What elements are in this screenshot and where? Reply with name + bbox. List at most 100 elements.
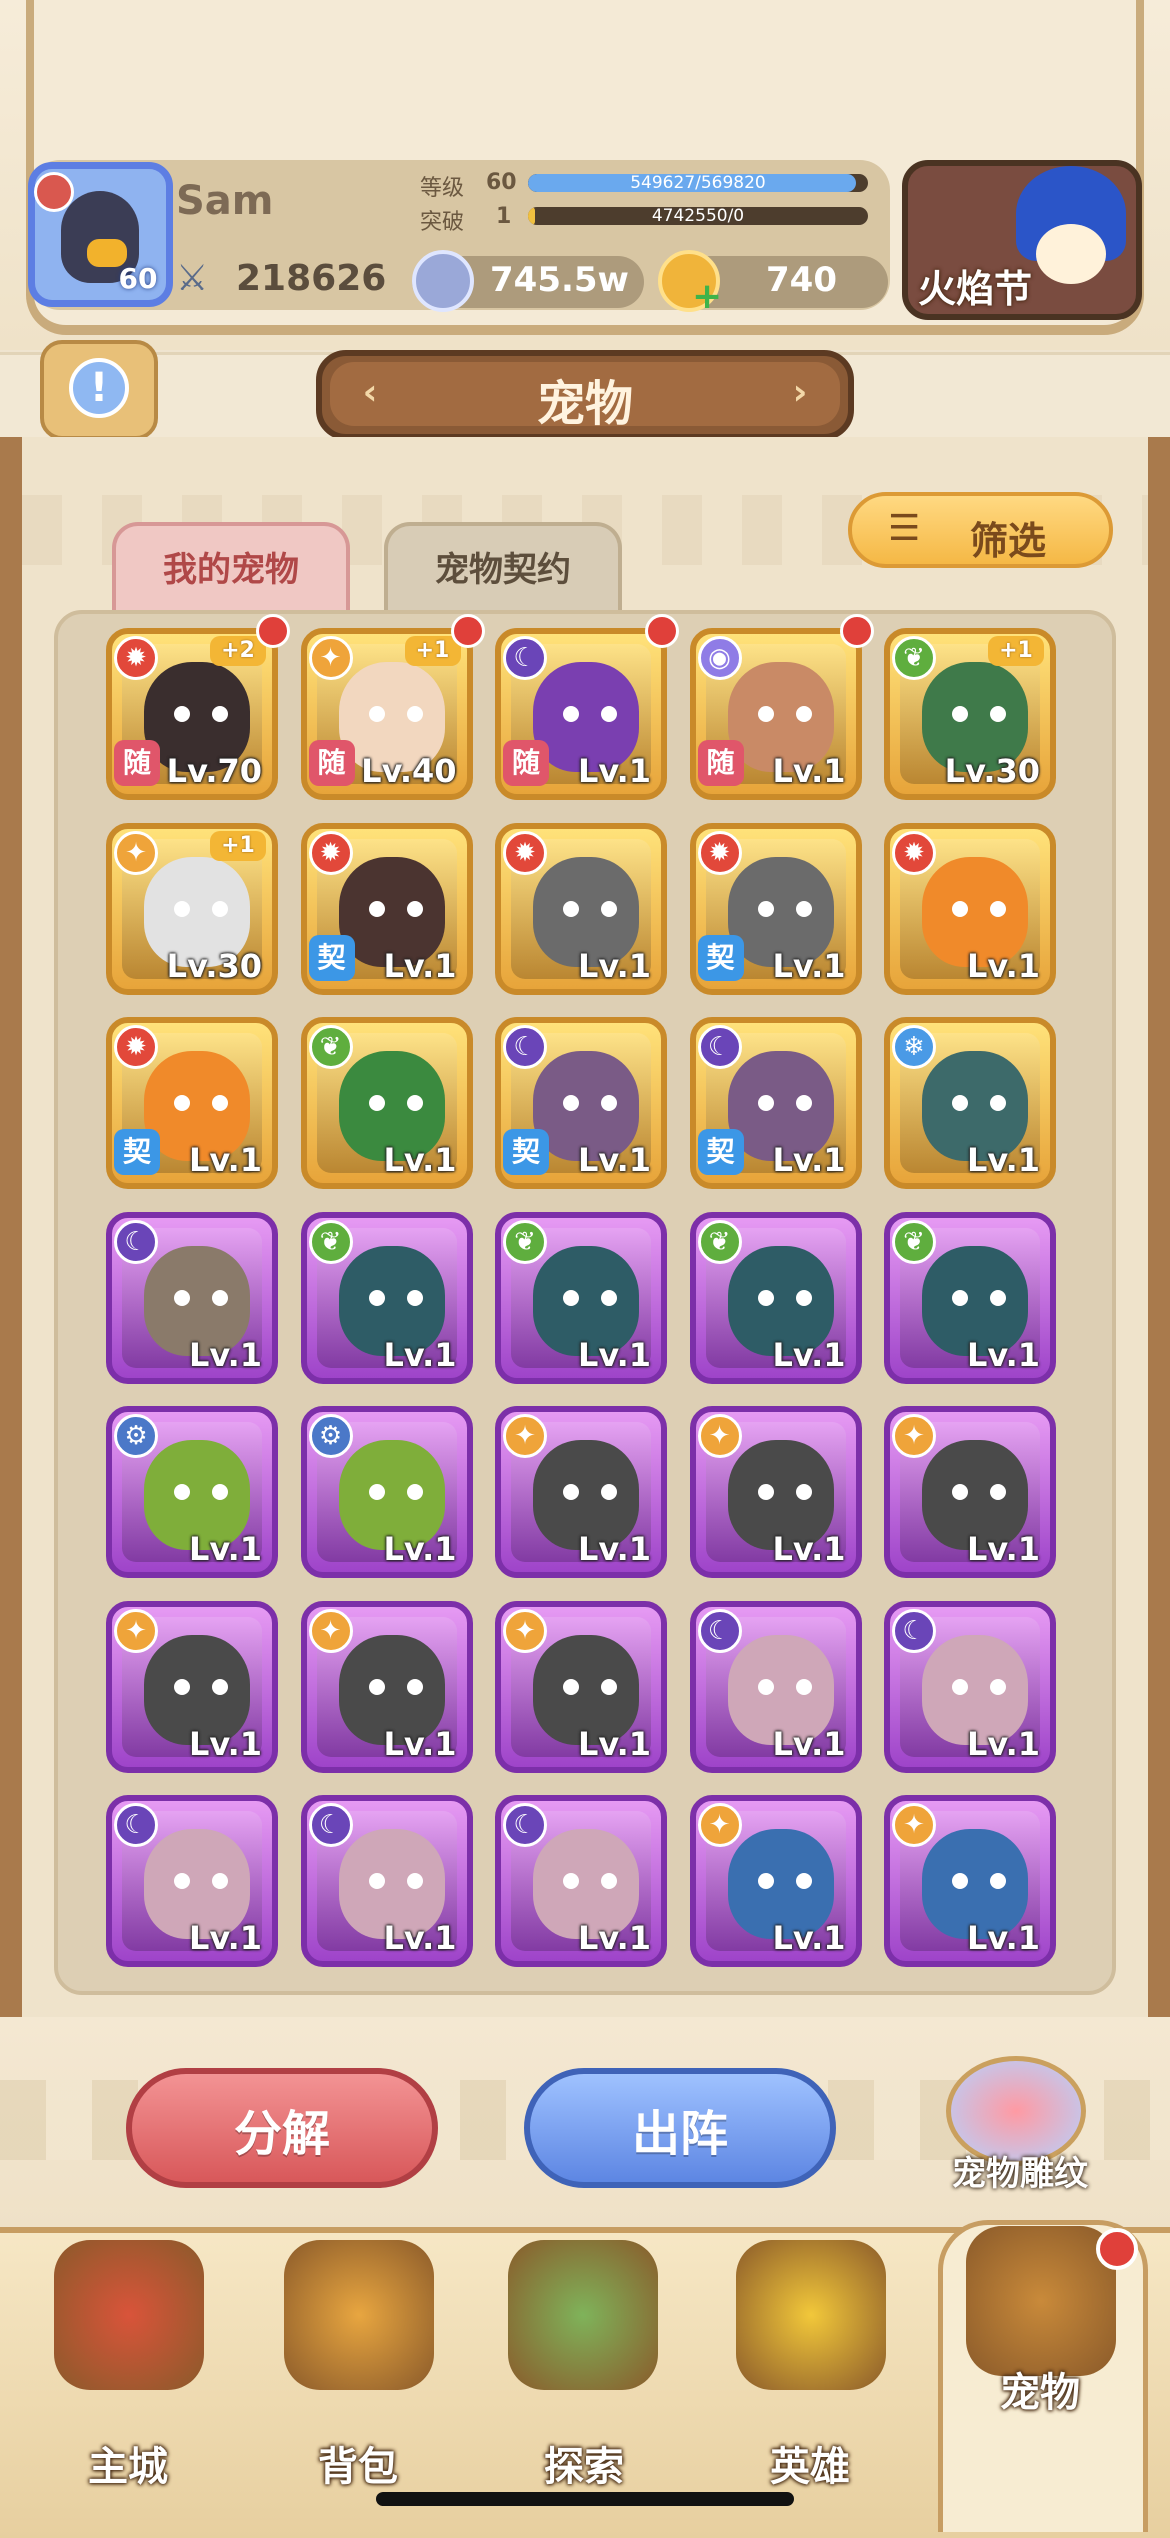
pet-card[interactable]: ❦ +1 Lv.30 (884, 628, 1056, 800)
pet-card[interactable]: ☾ 随 Lv.1 (495, 628, 667, 800)
pet-card[interactable]: ✦ Lv.1 (689, 1795, 862, 1967)
pet-eye (174, 1678, 190, 1695)
pet-card[interactable]: ❦ Lv.1 (689, 1211, 862, 1384)
pet-card[interactable]: ❦ Lv.1 (300, 1017, 473, 1189)
level-label: 等级 (420, 176, 465, 201)
pet-eye (368, 1484, 385, 1500)
pet-level: Lv.1 (577, 1141, 651, 1179)
pet-egg-icon[interactable] (966, 2226, 1116, 2376)
pet-card[interactable]: ☾ 契 Lv.1 (689, 1017, 862, 1189)
panel-border-right (1148, 437, 1170, 2017)
pet-eye (952, 1484, 968, 1500)
tab-pet-contract-label: 宠物契约 (435, 550, 571, 590)
light-element-icon: ✦ (308, 1608, 353, 1653)
fire-element-icon: ✹ (114, 636, 158, 680)
pet-card[interactable]: ✹ Lv.1 (495, 822, 667, 995)
pet-eye (795, 1873, 812, 1889)
ice-element-icon: ❄ (892, 1025, 936, 1069)
nature-element-icon: ❦ (503, 1219, 547, 1264)
pet-card[interactable]: ✹ +2 随 Lv.70 (106, 628, 278, 800)
pet-card[interactable]: ❦ Lv.1 (884, 1211, 1056, 1384)
light-element-icon: ✦ (892, 1414, 936, 1458)
pet-eye (990, 706, 1006, 722)
map-icon[interactable] (508, 2240, 658, 2390)
home-indicator[interactable] (376, 2492, 794, 2506)
pet-eye (757, 1873, 774, 1889)
pet-level: Lv.1 (383, 946, 457, 985)
add-gold-icon[interactable]: + (692, 279, 722, 315)
pet-eye (563, 1873, 579, 1889)
nav-item-explore[interactable]: 探索 (484, 2434, 684, 2492)
info-button[interactable]: ! (40, 340, 158, 440)
mech-element-icon: ⚙ (114, 1414, 158, 1458)
pet-level: Lv.30 (166, 946, 262, 985)
pet-card[interactable]: ✦ Lv.1 (106, 1600, 278, 1773)
pet-card[interactable]: ☾ Lv.1 (495, 1795, 667, 1967)
nav-item-backpack[interactable]: 背包 (258, 2434, 458, 2492)
pet-card[interactable]: ✹ 契 Lv.1 (689, 822, 862, 995)
pet-eye (174, 1289, 190, 1306)
breakthrough-label: 突破 (420, 210, 465, 235)
nature-element-icon: ❦ (892, 1219, 936, 1264)
pet-card[interactable]: ⚙ Lv.1 (106, 1406, 278, 1578)
pet-card[interactable]: ✦ Lv.1 (689, 1406, 862, 1578)
pet-card[interactable]: ☾ Lv.1 (689, 1600, 862, 1773)
pet-eye (757, 1484, 774, 1500)
pet-level: Lv.1 (772, 1919, 846, 1957)
pet-card[interactable]: ⚙ Lv.1 (300, 1406, 473, 1578)
pet-eye (795, 706, 812, 722)
pet-card[interactable]: ❦ Lv.1 (300, 1211, 473, 1384)
castle-icon[interactable] (54, 2240, 204, 2390)
follow-tag: 随 (503, 740, 549, 786)
pet-eye (795, 1095, 812, 1111)
tab-my-pets-label: 我的宠物 (163, 550, 299, 590)
nav-item-pets[interactable]: 宠物 (940, 2360, 1140, 2418)
pet-eye (368, 1095, 385, 1111)
backpack-icon[interactable] (284, 2240, 434, 2390)
pet-card[interactable]: ✹ 契 Lv.1 (300, 822, 473, 995)
pet-level: Lv.1 (772, 1141, 846, 1179)
contract-tag: 契 (503, 1129, 549, 1175)
pet-eye (952, 706, 968, 722)
pet-card[interactable]: ✦ Lv.1 (884, 1795, 1056, 1967)
pet-eye (174, 1873, 190, 1889)
pet-card[interactable]: ✦ +1 Lv.30 (106, 822, 278, 995)
pet-level: Lv.1 (188, 1335, 262, 1374)
pet-card[interactable]: ✹ 契 Lv.1 (106, 1017, 278, 1189)
pet-level: Lv.1 (577, 1724, 651, 1763)
pet-card[interactable]: ☾ Lv.1 (106, 1795, 278, 1967)
pet-card[interactable]: ☾ Lv.1 (106, 1211, 278, 1384)
light-element-icon: ✦ (697, 1414, 742, 1458)
pet-eye (990, 1484, 1006, 1500)
pet-card[interactable]: ✦ +1 随 Lv.40 (300, 628, 473, 800)
pet-eye (601, 1095, 617, 1111)
pet-card[interactable]: ◉ 随 Lv.1 (689, 628, 862, 800)
pet-level: Lv.1 (966, 1724, 1040, 1763)
pet-level: Lv.70 (166, 752, 262, 790)
pet-card[interactable]: ✦ Lv.1 (300, 1600, 473, 1773)
pet-eye (990, 1095, 1006, 1111)
pet-notification-dot (256, 614, 290, 648)
pet-card[interactable]: ✹ Lv.1 (884, 822, 1056, 995)
breakthrough-text: 4742550/0 (651, 206, 745, 226)
fire-element-icon: ✹ (503, 830, 547, 875)
pet-card[interactable]: ✦ Lv.1 (495, 1600, 667, 1773)
pet-card[interactable]: ☾ Lv.1 (884, 1600, 1056, 1773)
avatar-badge-icon (34, 172, 74, 212)
gold-amount: 740 (766, 260, 837, 300)
deploy-label: 出阵 (631, 2106, 728, 2162)
pet-eye (563, 1095, 579, 1111)
pet-card[interactable]: ❄ Lv.1 (884, 1017, 1056, 1189)
pet-card[interactable]: ✦ Lv.1 (884, 1406, 1056, 1578)
pet-card[interactable]: ☾ 契 Lv.1 (495, 1017, 667, 1189)
pet-card[interactable]: ☾ Lv.1 (300, 1795, 473, 1967)
pet-card[interactable]: ✦ Lv.1 (495, 1406, 667, 1578)
pet-eye (757, 900, 774, 917)
nav-item-heroes[interactable]: 英雄 (710, 2434, 910, 2492)
combat-power-icon: ⚔ (176, 258, 209, 299)
pet-card[interactable]: ❦ Lv.1 (495, 1211, 667, 1384)
nav-item-main-city[interactable]: 主城 (28, 2434, 228, 2492)
pet-star-bonus: +2 (210, 636, 266, 666)
light-element-icon: ✦ (308, 636, 353, 680)
hero-icon[interactable] (736, 2240, 886, 2390)
